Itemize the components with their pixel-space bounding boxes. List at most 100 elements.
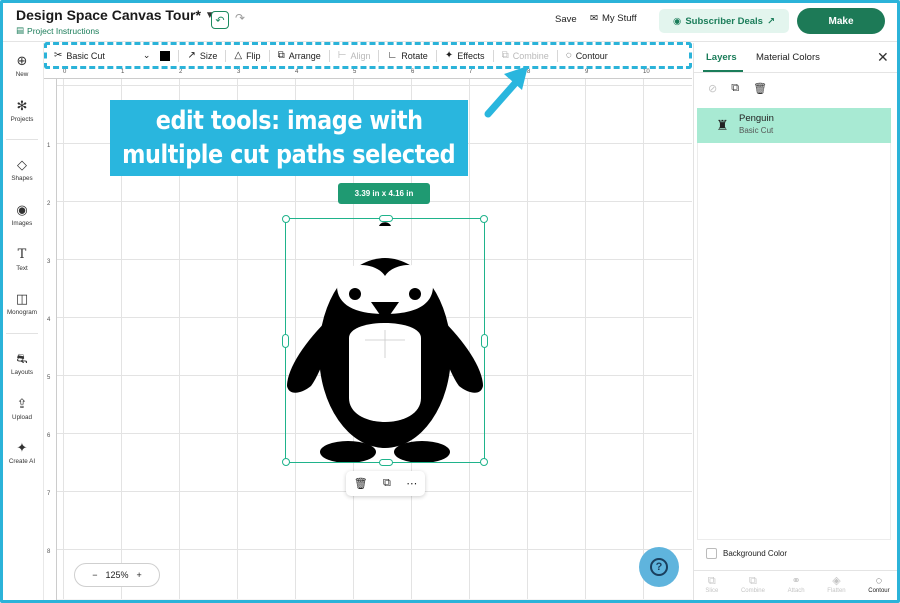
sidebar-item-label: Projects (10, 116, 34, 123)
scissors-icon: ✂ (54, 50, 63, 61)
duplicate-icon[interactable]: ⧉ (731, 82, 739, 95)
zoom-in-button[interactable]: + (137, 570, 142, 580)
attach-button[interactable]: ⚭ Attach (788, 574, 805, 594)
combine-button[interactable]: ⧉ Combine (741, 574, 765, 594)
resize-handle-top-right[interactable] (480, 215, 488, 223)
more-options-icon[interactable]: ⋯ (406, 477, 417, 490)
layers-panel: Layers Material Colors ✕ ⊘ ⧉ 🗑 ♜ Penguin… (693, 43, 900, 603)
undo-icon[interactable]: ↶ (211, 11, 229, 29)
sidebar-item-upload[interactable]: ⇪ Upload (0, 396, 44, 421)
combine-label: Combine (740, 588, 765, 594)
combine-label: Combine (512, 50, 549, 61)
hide-icon[interactable]: ⊘ (708, 82, 717, 95)
align-icon: ⊢ (337, 50, 347, 61)
sparkle-icon: ✦ (444, 50, 454, 61)
resize-handle-left[interactable] (282, 334, 289, 348)
zoom-out-button[interactable]: − (92, 570, 97, 580)
flatten-icon: ◈ (832, 575, 841, 587)
layer-row-penguin[interactable]: ♜ Penguin Basic Cut (697, 108, 891, 143)
duplicate-icon[interactable]: ⧉ (383, 477, 391, 490)
external-arrow-icon: ↗ (766, 15, 775, 27)
object-context-menu: 🗑 ⧉ ⋯ (346, 471, 425, 496)
monogram-icon: ◫ (15, 291, 29, 306)
rotate-button[interactable]: ∟ Rotate (387, 50, 427, 61)
flatten-button[interactable]: ◈ Flatten (827, 574, 845, 594)
my-stuff-button[interactable]: ✉ My Stuff (590, 13, 637, 24)
sidebar-item-monogram[interactable]: ◫ Monogram (0, 291, 44, 316)
upload-icon: ⇪ (16, 396, 28, 411)
operation-dropdown[interactable]: ✂ Basic Cut ⌄ (54, 50, 150, 61)
contour-button[interactable]: ◌ Contour (566, 50, 608, 61)
help-button[interactable]: ? (639, 547, 679, 587)
align-button[interactable]: ⊢ Align (338, 50, 371, 61)
background-color-toggle[interactable]: Background Color (706, 548, 787, 559)
selection-box[interactable] (282, 215, 488, 466)
sidebar-item-label: Create AI (8, 458, 36, 465)
sidebar-item-images[interactable]: ◉ Images (0, 202, 44, 227)
ruler-left-number: 7 (47, 491, 51, 497)
redo-icon[interactable]: ↷ (235, 11, 245, 25)
divider (178, 49, 180, 62)
resize-handle-bottom[interactable] (379, 459, 393, 466)
effects-label: Effects (457, 50, 485, 61)
divider (268, 49, 270, 62)
chevron-down-icon: ⌄ (142, 50, 151, 60)
sidebar-item-layouts[interactable]: ⛐ Layouts (0, 351, 44, 376)
arrange-button[interactable]: ⧉ Arrange (278, 50, 321, 61)
checkbox[interactable] (706, 548, 717, 559)
ruler-top-number: 0 (63, 69, 67, 75)
layer-operation: Basic Cut (739, 126, 774, 135)
contour-button[interactable]: ◌ Contour (868, 574, 889, 594)
callout-banner: edit tools: image with multiple cut path… (110, 100, 468, 176)
resize-handle-bottom-left[interactable] (282, 458, 290, 466)
zoom-control: − 125% + (74, 563, 160, 587)
color-swatch[interactable] (160, 50, 171, 61)
arrange-label: Arrange (288, 50, 321, 61)
layer-list (697, 108, 891, 540)
resize-icon: ↗ (187, 50, 196, 61)
size-button[interactable]: ↗ Size (187, 50, 217, 61)
operation-label: Basic Cut (66, 50, 105, 61)
close-icon[interactable]: ✕ (877, 49, 889, 66)
project-instructions-link[interactable]: ▤ Project Instructions (16, 25, 99, 36)
ruler-top-number: 3 (237, 69, 241, 75)
trash-icon[interactable]: 🗑 (354, 477, 368, 490)
project-title-text: Design Space Canvas Tour* (16, 7, 201, 23)
tab-material-colors[interactable]: Material Colors (756, 52, 820, 63)
dimensions-badge: 3.39 in x 4.16 in (338, 183, 430, 204)
contour-label: Contour (575, 50, 608, 61)
sidebar-item-new[interactable]: ⊕ New (0, 53, 44, 78)
resize-handle-top-left[interactable] (282, 215, 290, 223)
resize-handle-right[interactable] (481, 334, 488, 348)
combine-button[interactable]: ⧉ Combine (502, 50, 549, 61)
combine-icon: ⧉ (749, 575, 757, 587)
sidebar-item-text[interactable]: T Text (0, 247, 44, 272)
subscriber-deals-button[interactable]: ◉ Subscriber Deals ↗ (659, 9, 789, 33)
save-button[interactable]: Save (555, 14, 577, 25)
slice-button[interactable]: ⧉ Slice (705, 574, 718, 594)
contour-icon: ◌ (875, 575, 883, 587)
flip-button[interactable]: △ Flip (234, 50, 260, 61)
resize-handle-top[interactable] (379, 215, 393, 222)
callout-line-1: edit tools: image with (155, 106, 423, 136)
tab-layers[interactable]: Layers (706, 52, 737, 63)
sparkle-icon: ✦ (16, 440, 28, 455)
trash-icon[interactable]: 🗑 (753, 82, 767, 95)
shapes-icon: ◇ (17, 157, 27, 172)
sidebar-item-shapes[interactable]: ◇ Shapes (0, 157, 44, 182)
align-label: Align (350, 50, 371, 61)
effects-button[interactable]: ✦ Effects (445, 50, 485, 61)
sidebar-item-create-ai[interactable]: ✦ Create AI (0, 440, 44, 465)
size-label: Size (199, 50, 218, 61)
callout-line-2: multiple cut paths selected (122, 140, 456, 170)
ruler-top-number: 4 (295, 69, 299, 75)
make-button[interactable]: Make (797, 8, 885, 34)
resize-handle-bottom-right[interactable] (480, 458, 488, 466)
rotate-label: Rotate (401, 50, 428, 61)
ruler-left-number: 8 (47, 549, 51, 555)
layer-bottom-actions: ⧉ Slice ⧉ Combine ⚭ Attach ◈ Flatten ◌ C… (694, 570, 900, 603)
project-title[interactable]: Design Space Canvas Tour* ▼ (16, 7, 215, 23)
plus-circle-icon: ⊕ (16, 53, 28, 68)
sidebar-item-projects[interactable]: ✻ Projects (0, 98, 44, 123)
sidebar-item-label: Upload (12, 414, 32, 421)
